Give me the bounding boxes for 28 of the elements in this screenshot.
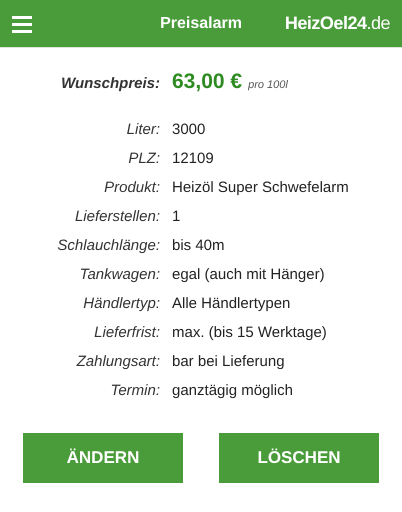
edit-button[interactable]: ÄNDERN — [23, 433, 183, 483]
menu-icon[interactable] — [12, 14, 32, 32]
price-value: 63,00 € — [172, 70, 242, 94]
field-value: 12109 — [172, 149, 215, 168]
field-value: ganztägig möglich — [172, 381, 294, 400]
price-label: Wunschpreis: — [60, 74, 160, 93]
field-label: Schlauchlänge: — [56, 236, 160, 255]
field-value: 3000 — [172, 120, 206, 139]
field-label: Händlertyp: — [82, 294, 160, 313]
field-label: Lieferstellen: — [74, 207, 160, 226]
field-label: Zahlungsart: — [75, 352, 160, 371]
field-value: Heizöl Super Schwefelarm — [172, 178, 350, 197]
field-value: bis 40m — [172, 236, 226, 255]
field-label: Liter: — [126, 120, 160, 139]
brand-logo: HeizOel24.de — [284, 13, 390, 34]
price-unit: pro 100l — [248, 79, 288, 91]
delete-button[interactable]: LÖSCHEN — [219, 433, 379, 483]
page-title: Preisalarm — [160, 14, 242, 32]
field-value: 1 — [172, 207, 182, 226]
field-label: Produkt: — [103, 178, 160, 197]
field-label: Lieferfrist: — [93, 323, 160, 342]
field-value: Alle Händlertypen — [172, 294, 292, 313]
field-label: PLZ: — [127, 149, 160, 168]
field-value: egal (auch mit Hänger) — [172, 265, 326, 284]
field-label: Termin: — [110, 381, 160, 400]
field-label: Tankwagen: — [78, 265, 160, 284]
field-value: bar bei Lieferung — [172, 352, 286, 371]
field-value: max. (bis 15 Werktage) — [172, 323, 328, 342]
